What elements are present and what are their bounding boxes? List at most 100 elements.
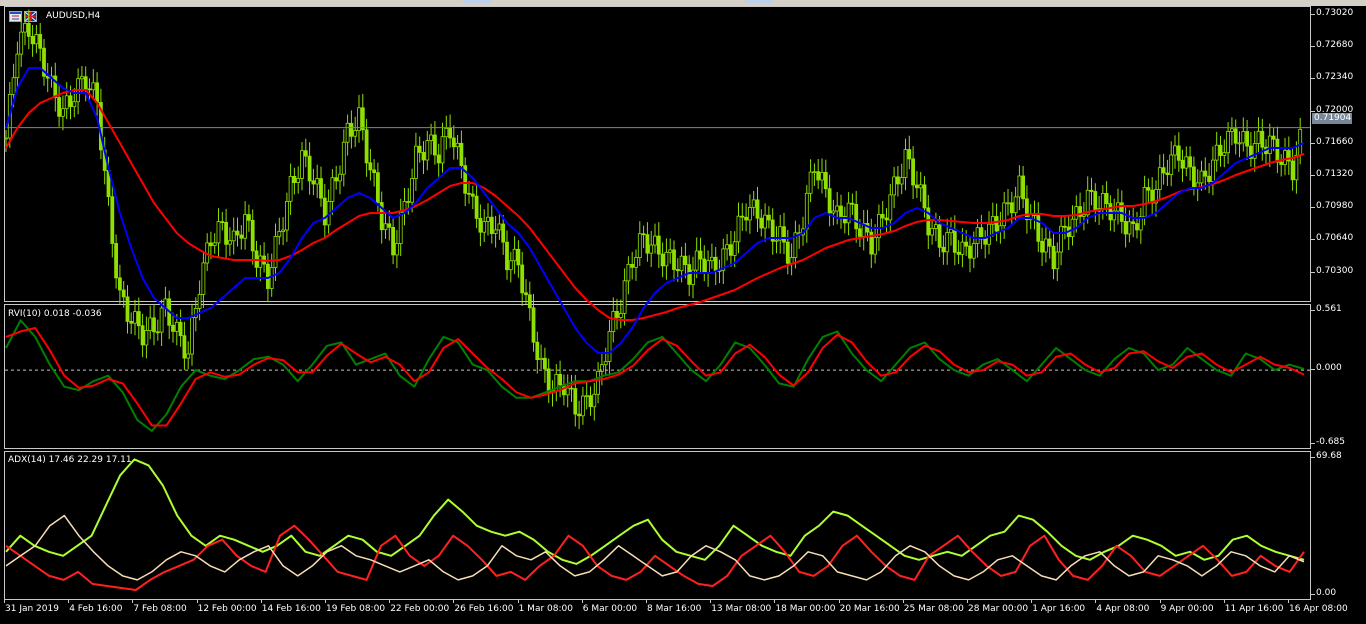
candle-body bbox=[246, 214, 251, 221]
candle-body bbox=[823, 171, 828, 190]
candle-body bbox=[1142, 187, 1147, 218]
candle-body bbox=[307, 155, 312, 182]
candle-body bbox=[581, 395, 585, 417]
candle-body bbox=[785, 241, 790, 264]
candle-body bbox=[899, 177, 904, 185]
time-axis-tick bbox=[260, 600, 262, 603]
candle-body bbox=[994, 216, 999, 232]
candle-body bbox=[1100, 192, 1105, 209]
candle-body bbox=[732, 241, 737, 256]
candle-body bbox=[19, 31, 24, 55]
candle-body bbox=[470, 193, 475, 197]
axis-tick bbox=[1311, 457, 1315, 458]
candle-body bbox=[121, 289, 126, 298]
candle-body bbox=[782, 226, 786, 243]
candle-body bbox=[565, 387, 570, 396]
candle-body bbox=[118, 277, 122, 291]
candle-body bbox=[243, 214, 248, 239]
candle-body bbox=[4, 137, 8, 140]
candle-body bbox=[448, 127, 453, 139]
candle-body bbox=[152, 317, 156, 333]
candle-body bbox=[941, 246, 946, 253]
candle-body bbox=[1290, 160, 1295, 181]
candle-body bbox=[1230, 128, 1234, 132]
candle-body bbox=[429, 134, 434, 141]
candle-body bbox=[531, 307, 536, 343]
candle-body bbox=[729, 244, 733, 256]
candle-body bbox=[338, 173, 342, 182]
time-axis-label: 26 Feb 16:00 bbox=[454, 604, 514, 614]
candle-body bbox=[956, 251, 961, 255]
candle-body bbox=[467, 192, 471, 195]
time-axis-label: 19 Feb 08:00 bbox=[326, 604, 386, 614]
time-axis-label: 4 Feb 16:00 bbox=[69, 604, 123, 614]
candle-body bbox=[672, 249, 676, 270]
time-axis-tick bbox=[710, 600, 712, 603]
candle-body bbox=[804, 192, 809, 230]
axis-tick bbox=[1311, 78, 1315, 80]
time-axis-label: 7 Feb 08:00 bbox=[133, 604, 187, 614]
candle-body bbox=[1294, 154, 1299, 181]
candle-body bbox=[516, 248, 521, 266]
candle-body bbox=[372, 169, 377, 173]
candle-body bbox=[1245, 131, 1249, 147]
adx-plus-di-line bbox=[5, 524, 1305, 591]
candle-body bbox=[383, 223, 388, 231]
candle-body bbox=[1203, 170, 1208, 177]
candle-body bbox=[748, 206, 752, 221]
candle-body bbox=[698, 250, 703, 260]
candle-body bbox=[1275, 138, 1280, 163]
candle-body bbox=[641, 233, 646, 236]
price-axis-label: 0.72680 bbox=[1316, 40, 1354, 51]
candle-body bbox=[159, 307, 164, 333]
price-axis-label: 0.70300 bbox=[1316, 265, 1354, 276]
candle-body bbox=[1218, 144, 1223, 156]
candle-body bbox=[645, 234, 650, 254]
candle-body bbox=[820, 171, 824, 181]
candle-body bbox=[1123, 220, 1128, 235]
axis-tick bbox=[1311, 142, 1315, 144]
candle-body bbox=[322, 197, 327, 226]
candle-body bbox=[129, 320, 134, 324]
axis-tick bbox=[1311, 239, 1315, 241]
candle-body bbox=[288, 175, 293, 202]
time-axis-label: 12 Feb 00:00 bbox=[197, 604, 257, 614]
candle-body bbox=[1089, 189, 1094, 192]
candle-body bbox=[952, 228, 957, 253]
candle-body bbox=[1055, 251, 1060, 270]
candle-body bbox=[1207, 175, 1211, 182]
candle-body bbox=[64, 95, 69, 110]
candle-body bbox=[432, 134, 437, 156]
candle-body bbox=[915, 184, 919, 189]
candle-body bbox=[455, 142, 460, 148]
candle-body bbox=[1104, 192, 1109, 204]
time-axis-tick bbox=[1031, 600, 1033, 603]
candle-body bbox=[634, 257, 638, 268]
price-axis-label: 0.70640 bbox=[1316, 233, 1354, 244]
candle-body bbox=[440, 136, 445, 164]
candle-body bbox=[679, 255, 684, 272]
time-axis-tick bbox=[1159, 600, 1161, 603]
candle-body bbox=[1108, 203, 1113, 221]
time-axis-tick bbox=[581, 600, 583, 603]
candle-body bbox=[1047, 238, 1052, 247]
candle-body bbox=[1283, 150, 1287, 165]
candle-body bbox=[767, 214, 771, 221]
candle-body bbox=[630, 263, 635, 268]
candle-body bbox=[11, 77, 16, 95]
candle-body bbox=[827, 188, 832, 214]
candle-body bbox=[341, 141, 346, 175]
candle-body bbox=[839, 205, 843, 217]
candle-body bbox=[421, 151, 426, 161]
candle-body bbox=[1074, 206, 1079, 220]
candle-body bbox=[391, 226, 396, 256]
candle-body bbox=[725, 244, 729, 250]
candle-body bbox=[235, 230, 240, 236]
axis-tick bbox=[1311, 443, 1315, 444]
candle-body bbox=[808, 171, 813, 194]
candle-body bbox=[1146, 187, 1151, 191]
candle-body bbox=[975, 227, 980, 244]
candle-body bbox=[15, 53, 20, 79]
candle-body bbox=[334, 177, 339, 182]
candle-body bbox=[269, 267, 274, 289]
